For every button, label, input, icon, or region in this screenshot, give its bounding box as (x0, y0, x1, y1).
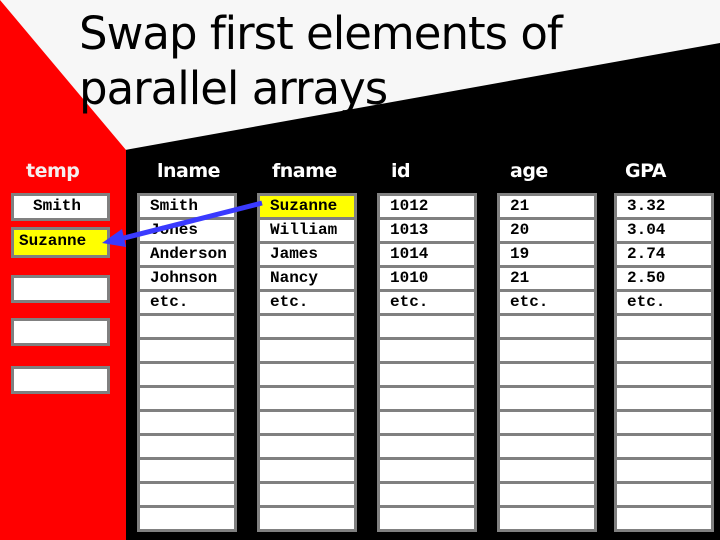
fname-cell: James (260, 244, 354, 265)
fname-cell (260, 436, 354, 457)
id-cell (380, 316, 474, 337)
age-cell: 21 (500, 196, 594, 217)
lname-cell (140, 340, 234, 361)
age-cell (500, 484, 594, 505)
age-cell (500, 364, 594, 385)
lname-cell (140, 484, 234, 505)
temp-box: Smith (11, 193, 110, 221)
id-cell (380, 340, 474, 361)
lname-cell: Jones (140, 220, 234, 241)
gpa-cell (617, 484, 711, 505)
gpa-cell (617, 508, 711, 529)
fname-cell: William (260, 220, 354, 241)
age-cell (500, 388, 594, 409)
age-cell (500, 316, 594, 337)
fname-cell: Suzanne (260, 196, 354, 217)
id-array: 1012 1013 1014 1010 etc. (377, 193, 477, 532)
fname-cell (260, 484, 354, 505)
temp-box (11, 366, 110, 394)
fname-cell (260, 340, 354, 361)
temp-box-value (14, 369, 107, 391)
gpa-label: GPA (625, 160, 666, 182)
gpa-cell (617, 340, 711, 361)
fname-cell (260, 412, 354, 433)
gpa-cell (617, 460, 711, 481)
fname-cell (260, 508, 354, 529)
fname-cell: etc. (260, 292, 354, 313)
temp-box-value: Smith (14, 196, 107, 218)
age-cell (500, 412, 594, 433)
fname-cell (260, 364, 354, 385)
fname-cell (260, 460, 354, 481)
id-cell (380, 412, 474, 433)
fname-label: fname (272, 160, 337, 182)
id-cell (380, 388, 474, 409)
id-cell (380, 436, 474, 457)
lname-cell: Johnson (140, 268, 234, 289)
lname-cell (140, 508, 234, 529)
age-cell: 19 (500, 244, 594, 265)
lname-cell: Smith (140, 196, 234, 217)
id-cell (380, 484, 474, 505)
lname-array: Smith Jones Anderson Johnson etc. (137, 193, 237, 532)
temp-box-value: Suzanne (14, 230, 107, 255)
lname-cell: etc. (140, 292, 234, 313)
fname-cell: Nancy (260, 268, 354, 289)
age-cell: etc. (500, 292, 594, 313)
temp-box (11, 318, 110, 346)
lname-cell (140, 436, 234, 457)
fname-cell (260, 316, 354, 337)
gpa-cell (617, 436, 711, 457)
lname-label: lname (157, 160, 221, 182)
lname-cell (140, 364, 234, 385)
lname-cell (140, 460, 234, 481)
lname-cell (140, 316, 234, 337)
gpa-cell (617, 388, 711, 409)
id-cell: 1013 (380, 220, 474, 241)
id-cell (380, 364, 474, 385)
age-array: 21 20 19 21 etc. (497, 193, 597, 532)
age-cell (500, 436, 594, 457)
id-cell: 1012 (380, 196, 474, 217)
age-cell (500, 508, 594, 529)
fname-array: Suzanne William James Nancy etc. (257, 193, 357, 532)
age-cell (500, 340, 594, 361)
id-label: id (391, 160, 411, 182)
id-cell (380, 508, 474, 529)
age-cell: 20 (500, 220, 594, 241)
temp-box-highlighted: Suzanne (11, 227, 110, 258)
gpa-cell: 2.74 (617, 244, 711, 265)
id-cell (380, 460, 474, 481)
gpa-cell: etc. (617, 292, 711, 313)
slide-title: Swap first elements of parallel arrays (79, 7, 563, 115)
gpa-cell: 3.32 (617, 196, 711, 217)
id-cell: 1014 (380, 244, 474, 265)
lname-cell: Anderson (140, 244, 234, 265)
temp-box-value (14, 278, 107, 300)
age-cell: 21 (500, 268, 594, 289)
gpa-cell (617, 364, 711, 385)
lname-cell (140, 412, 234, 433)
temp-box-value (14, 321, 107, 343)
gpa-array: 3.32 3.04 2.74 2.50 etc. (614, 193, 714, 532)
gpa-cell: 2.50 (617, 268, 711, 289)
gpa-cell: 3.04 (617, 220, 711, 241)
age-cell (500, 460, 594, 481)
fname-cell (260, 388, 354, 409)
lname-cell (140, 388, 234, 409)
age-label: age (510, 160, 548, 182)
gpa-cell (617, 316, 711, 337)
temp-label: temp (26, 160, 80, 182)
gpa-cell (617, 412, 711, 433)
id-cell: etc. (380, 292, 474, 313)
id-cell: 1010 (380, 268, 474, 289)
temp-box (11, 275, 110, 303)
